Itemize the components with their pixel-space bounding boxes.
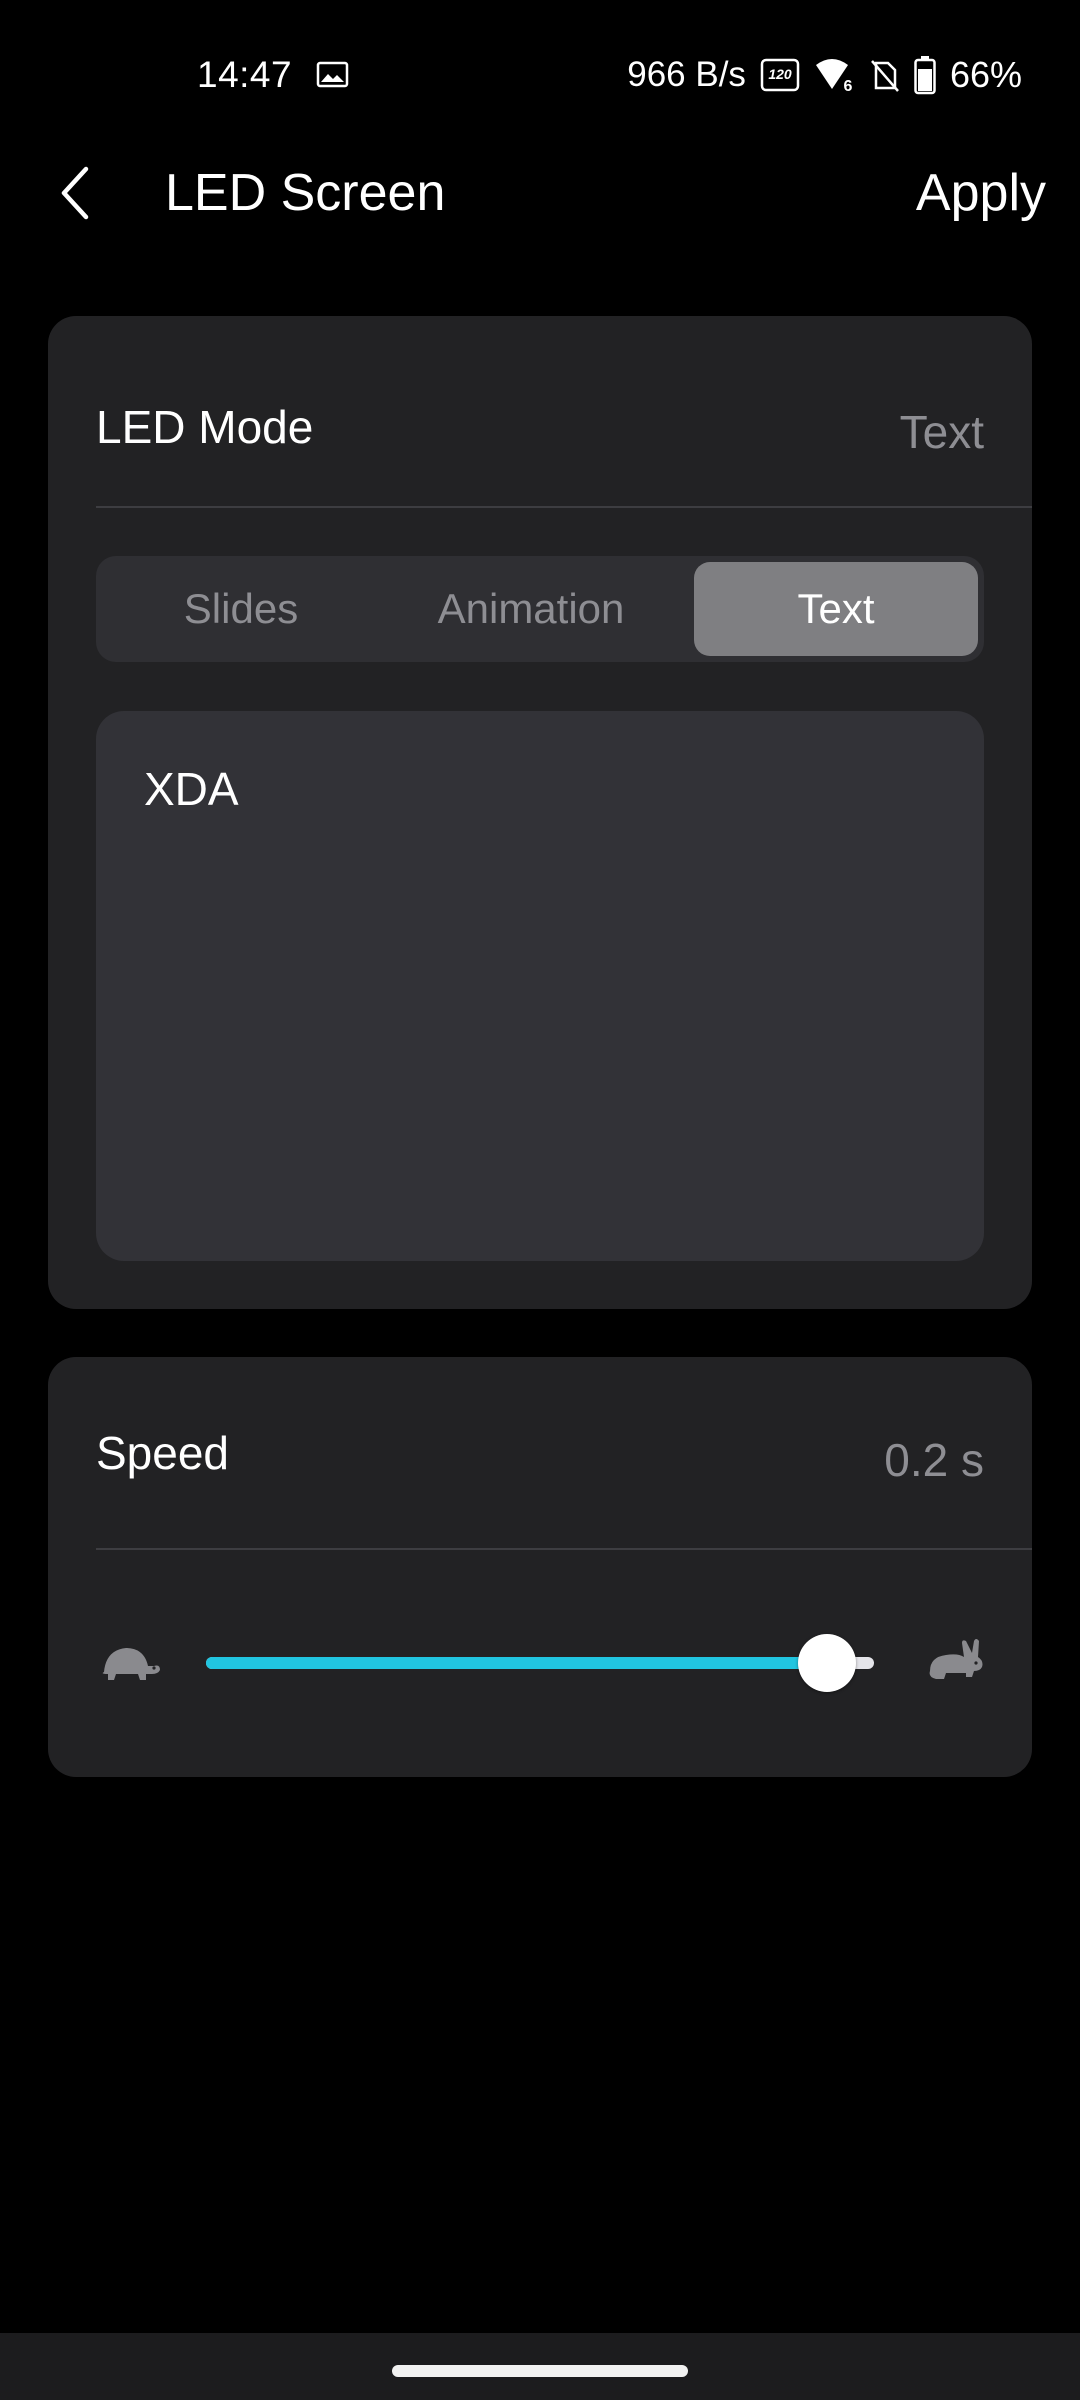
home-indicator[interactable] xyxy=(392,2365,688,2377)
battery-icon xyxy=(914,56,936,95)
refresh-rate-icon: 120 xyxy=(760,58,800,92)
page-title: LED Screen xyxy=(165,164,446,222)
refresh-rate-text: 120 xyxy=(768,66,792,82)
tab-slides[interactable]: Slides xyxy=(96,562,386,656)
apply-button[interactable]: Apply xyxy=(916,162,1046,224)
status-time: 14:47 xyxy=(197,54,293,95)
mode-segmented-control: Slides Animation Text xyxy=(96,556,984,662)
speed-card: Speed 0.2 s xyxy=(48,1357,1032,1777)
speed-slider[interactable] xyxy=(206,1634,874,1692)
speed-slider-fill xyxy=(206,1657,828,1669)
led-mode-label: LED Mode xyxy=(96,401,314,453)
navigation-bar xyxy=(0,2333,1080,2400)
back-button[interactable] xyxy=(40,150,110,235)
divider xyxy=(96,1548,1032,1550)
tab-animation[interactable]: Animation xyxy=(386,562,676,656)
status-right-group: 966 B/s 120 6 66% xyxy=(627,48,1022,102)
no-sim-icon xyxy=(870,60,899,92)
speed-value: 0.2 s xyxy=(884,1434,984,1486)
turtle-icon xyxy=(102,1648,160,1680)
svg-text:6: 6 xyxy=(843,78,852,95)
led-text-input[interactable]: XDA xyxy=(96,711,984,1261)
led-mode-card: LED Mode Text Slides Animation Text XDA xyxy=(48,316,1032,1309)
speed-label: Speed xyxy=(96,1427,230,1479)
battery-percent: 66% xyxy=(949,54,1022,95)
speed-slider-thumb[interactable] xyxy=(798,1634,857,1692)
tab-text[interactable]: Text xyxy=(694,562,978,656)
led-text-value: XDA xyxy=(144,763,239,815)
rabbit-icon xyxy=(929,1639,983,1679)
led-mode-value: Text xyxy=(899,406,984,458)
gallery-icon xyxy=(316,61,349,88)
app-bar: LED Screen Apply xyxy=(0,150,1080,235)
divider xyxy=(96,506,1032,508)
status-bar: 14:47 966 B/s 120 6 66% xyxy=(0,0,1080,150)
chevron-left-icon xyxy=(61,166,89,219)
wifi-6-icon: 6 xyxy=(815,59,852,95)
network-speed: 966 B/s xyxy=(627,55,746,94)
